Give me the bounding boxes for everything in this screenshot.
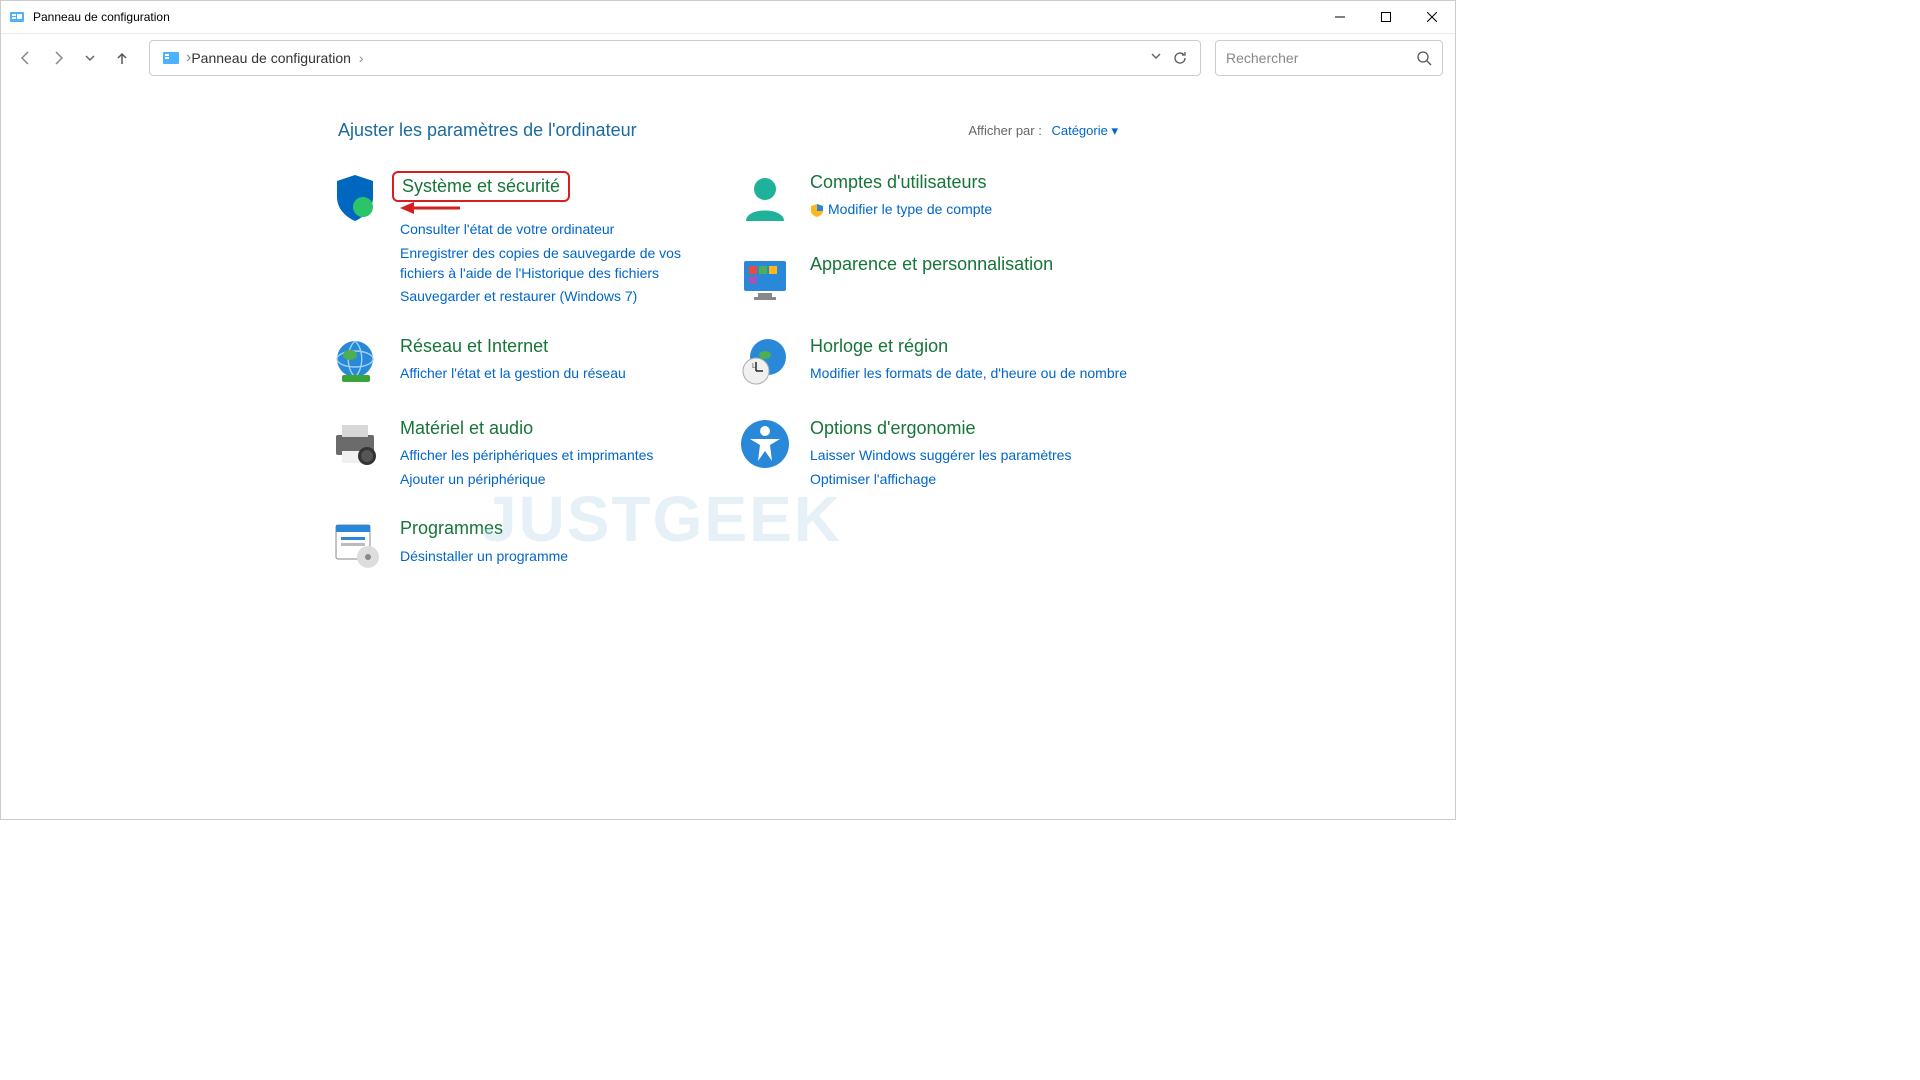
sublink[interactable]: Afficher l'état et la gestion du réseau [400, 364, 718, 384]
app-icon [9, 9, 25, 25]
page-title: Ajuster les paramètres de l'ordinateur [338, 120, 637, 141]
sublink[interactable]: Enregistrer des copies de sauvegarde de … [400, 244, 718, 283]
category-users: Comptes d'utilisateurs Modifier le type … [738, 171, 1128, 225]
printer-icon [328, 417, 382, 471]
sublink[interactable]: Optimiser l'affichage [810, 470, 1128, 490]
clock-globe-icon: L [738, 335, 792, 389]
window-close-button[interactable] [1409, 1, 1455, 33]
view-by-control: Afficher par : Catégorie ▾ [968, 123, 1118, 139]
shield-icon [328, 171, 382, 225]
category-title-hardware[interactable]: Matériel et audio [400, 417, 533, 440]
window-title: Panneau de configuration [33, 10, 170, 24]
breadcrumb-item[interactable]: Panneau de configuration [191, 50, 351, 66]
category-title-system[interactable]: Système et sécurité [392, 171, 570, 202]
address-dropdown-button[interactable] [1150, 50, 1162, 66]
nav-up-button[interactable] [109, 45, 135, 71]
refresh-button[interactable] [1172, 50, 1188, 66]
sublink[interactable]: Modifier le type de compte [810, 200, 1128, 220]
address-bar[interactable]: › Panneau de configuration › [149, 40, 1201, 76]
sublink[interactable]: Désinstaller un programme [400, 547, 718, 567]
category-programs: Programmes Désinstaller un programme [328, 517, 718, 571]
category-network: Réseau et Internet Afficher l'état et la… [328, 335, 718, 389]
user-icon [738, 171, 792, 225]
chevron-right-icon: › [359, 50, 364, 66]
nav-forward-button[interactable] [45, 45, 71, 71]
window-minimize-button[interactable] [1317, 1, 1363, 33]
category-title-appearance[interactable]: Apparence et personnalisation [810, 253, 1053, 276]
view-by-label: Afficher par : [968, 123, 1041, 138]
search-icon[interactable] [1416, 50, 1432, 66]
sublink[interactable]: Modifier les formats de date, d'heure ou… [810, 364, 1128, 384]
sublink[interactable]: Consulter l'état de votre ordinateur [400, 220, 718, 240]
view-by-dropdown[interactable]: Catégorie ▾ [1051, 123, 1118, 138]
sublink[interactable]: Sauvegarder et restaurer (Windows 7) [400, 287, 718, 307]
display-icon [738, 253, 792, 307]
content-area: JUSTGEEK Ajuster les paramètres de l'ord… [1, 82, 1455, 819]
search-bar [1215, 40, 1443, 76]
category-appearance: Apparence et personnalisation [738, 253, 1128, 307]
globe-icon [328, 335, 382, 389]
category-ease-of-access: Options d'ergonomie Laisser Windows sugg… [738, 417, 1128, 490]
titlebar: Panneau de configuration [1, 1, 1455, 34]
control-panel-window: Panneau de configuration [0, 0, 1456, 820]
nav-back-button[interactable] [13, 45, 39, 71]
search-input[interactable] [1226, 50, 1416, 66]
uac-shield-icon [810, 203, 824, 217]
chevron-down-icon: ▾ [1111, 123, 1118, 138]
category-hardware: Matériel et audio Afficher les périphéri… [328, 417, 718, 490]
category-clock: L Horloge et région Modifier les formats… [738, 335, 1128, 389]
svg-text:L: L [752, 363, 756, 370]
category-title-network[interactable]: Réseau et Internet [400, 335, 548, 358]
nav-history-dropdown[interactable] [77, 45, 103, 71]
accessibility-icon [738, 417, 792, 471]
programs-icon [328, 517, 382, 571]
sublink[interactable]: Afficher les périphériques et imprimante… [400, 446, 718, 466]
control-panel-icon [162, 49, 180, 67]
sublink[interactable]: Ajouter un périphérique [400, 470, 718, 490]
category-system-security: Système et sécurité Consulter l'état de … [328, 171, 718, 307]
category-title-clock[interactable]: Horloge et région [810, 335, 948, 358]
toolbar: › Panneau de configuration › [1, 34, 1455, 82]
sublink[interactable]: Laisser Windows suggérer les paramètres [810, 446, 1128, 466]
category-title-programs[interactable]: Programmes [400, 517, 503, 540]
window-maximize-button[interactable] [1363, 1, 1409, 33]
category-title-users[interactable]: Comptes d'utilisateurs [810, 171, 987, 194]
category-title-ease[interactable]: Options d'ergonomie [810, 417, 976, 440]
annotation-arrow-icon [400, 202, 718, 214]
